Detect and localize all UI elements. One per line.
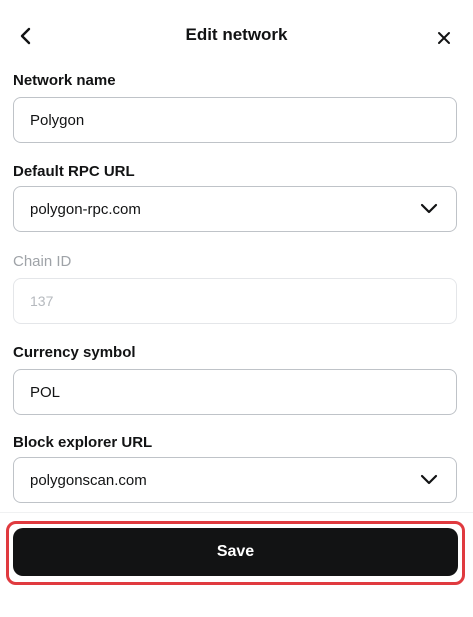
network-name-label: Network name [13, 72, 116, 89]
header: Edit network [0, 0, 473, 68]
chain-id-value: 137 [30, 293, 54, 309]
currency-symbol-input[interactable] [30, 383, 440, 401]
chevron-down-icon [418, 198, 440, 220]
currency-symbol-field[interactable] [13, 369, 457, 415]
close-icon [438, 32, 450, 44]
explorer-url-label: Block explorer URL [13, 434, 153, 451]
rpc-url-dropdown[interactable]: polygon-rpc.com [13, 186, 457, 232]
chevron-down-icon [418, 469, 440, 491]
chain-id-field: 137 [13, 278, 457, 324]
page-title: Edit network [185, 25, 288, 44]
save-button[interactable]: Save [13, 528, 458, 576]
network-name-input[interactable] [30, 111, 440, 129]
currency-symbol-label: Currency symbol [13, 344, 136, 361]
rpc-url-value: polygon-rpc.com [30, 200, 141, 218]
explorer-url-dropdown[interactable]: polygonscan.com [13, 457, 457, 503]
chain-id-label: Chain ID [13, 253, 72, 270]
network-name-field[interactable] [13, 97, 457, 143]
explorer-url-value: polygonscan.com [30, 471, 147, 489]
close-button[interactable] [428, 22, 460, 54]
rpc-url-label: Default RPC URL [13, 163, 135, 180]
